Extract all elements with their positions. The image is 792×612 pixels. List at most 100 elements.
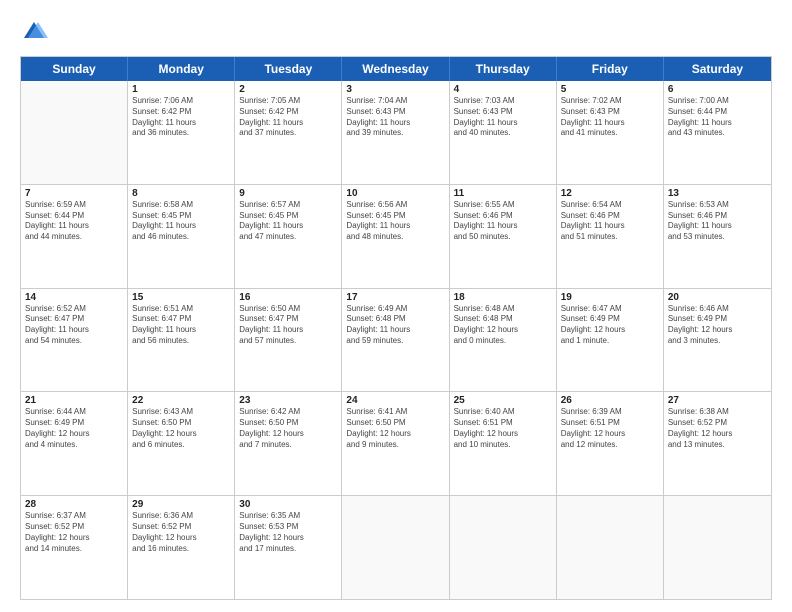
cal-cell-empty-4-3 <box>342 496 449 599</box>
cell-line: Sunrise: 6:53 AM <box>668 200 767 211</box>
cell-line: Sunset: 6:52 PM <box>25 522 123 533</box>
header-day-wednesday: Wednesday <box>342 57 449 81</box>
cell-line: Daylight: 12 hours <box>668 325 767 336</box>
cell-line: Daylight: 12 hours <box>346 429 444 440</box>
cell-line: and 16 minutes. <box>132 544 230 555</box>
cell-line: Sunset: 6:52 PM <box>668 418 767 429</box>
day-number: 11 <box>454 188 552 199</box>
cell-line: Sunrise: 6:49 AM <box>346 304 444 315</box>
day-number: 9 <box>239 188 337 199</box>
cal-cell-29: 29Sunrise: 6:36 AMSunset: 6:52 PMDayligh… <box>128 496 235 599</box>
cal-cell-1: 1Sunrise: 7:06 AMSunset: 6:42 PMDaylight… <box>128 81 235 184</box>
header-day-friday: Friday <box>557 57 664 81</box>
day-number: 25 <box>454 395 552 406</box>
day-number: 18 <box>454 292 552 303</box>
cell-line: and 53 minutes. <box>668 232 767 243</box>
cal-cell-26: 26Sunrise: 6:39 AMSunset: 6:51 PMDayligh… <box>557 392 664 495</box>
week-row-1: 1Sunrise: 7:06 AM Sunset: 6:42 PM Daylight… <box>21 81 771 185</box>
cal-cell-19: 19Sunrise: 6:47 AMSunset: 6:49 PMDayligh… <box>557 289 664 392</box>
day-number: 15 <box>132 292 230 303</box>
cell-line: Sunset: 6:49 PM <box>25 418 123 429</box>
day-number: 20 <box>668 292 767 303</box>
cell-line: Daylight: 11 hours <box>454 118 552 129</box>
cell-line: Sunset: 6:43 PM <box>346 107 444 118</box>
cal-cell-7: 7Sunrise: 6:59 AMSunset: 6:44 PMDaylight… <box>21 185 128 288</box>
cell-line: and 39 minutes. <box>346 128 444 139</box>
day-number: 14 <box>25 292 123 303</box>
cell-line: and 56 minutes. <box>132 336 230 347</box>
week-row-3: 14Sunrise: 6:52 AMSunset: 6:47 PMDayligh… <box>21 289 771 393</box>
cell-line: Sunrise: 7:03 AM <box>454 96 552 107</box>
cell-line: Daylight: 11 hours <box>346 118 444 129</box>
cell-line: Sunrise: 6:40 AM <box>454 407 552 418</box>
cell-line: Sunrise: 7:00 AM <box>668 96 767 107</box>
cell-line: Sunrise: 6:56 AM <box>346 200 444 211</box>
day-number: 1 <box>132 84 230 95</box>
cell-line: Daylight: 11 hours <box>561 118 659 129</box>
cell-line: Sunrise: 6:38 AM <box>668 407 767 418</box>
cell-line: Sunrise: 7:06 AM <box>132 96 230 107</box>
cal-cell-empty-4-5 <box>557 496 664 599</box>
cell-line: Sunset: 6:46 PM <box>668 211 767 222</box>
page: SundayMondayTuesdayWednesdayThursdayFrid… <box>0 0 792 612</box>
cal-cell-20: 20Sunrise: 6:46 AMSunset: 6:49 PMDayligh… <box>664 289 771 392</box>
cell-line: Daylight: 12 hours <box>668 429 767 440</box>
week-row-2: 7Sunrise: 6:59 AMSunset: 6:44 PMDaylight… <box>21 185 771 289</box>
cell-line: Sunset: 6:51 PM <box>561 418 659 429</box>
cell-line: Daylight: 11 hours <box>132 118 230 129</box>
cell-line: and 59 minutes. <box>346 336 444 347</box>
cell-line: Daylight: 11 hours <box>561 221 659 232</box>
logo-icon <box>20 18 48 46</box>
day-number: 5 <box>561 84 659 95</box>
cal-cell-30: 30Sunrise: 6:35 AMSunset: 6:53 PMDayligh… <box>235 496 342 599</box>
cal-cell-16: 16Sunrise: 6:50 AMSunset: 6:47 PMDayligh… <box>235 289 342 392</box>
cell-line: Sunrise: 6:48 AM <box>454 304 552 315</box>
cell-line: and 48 minutes. <box>346 232 444 243</box>
day-number: 22 <box>132 395 230 406</box>
header-day-tuesday: Tuesday <box>235 57 342 81</box>
day-number: 29 <box>132 499 230 510</box>
cal-cell-empty-0-0 <box>21 81 128 184</box>
header-day-saturday: Saturday <box>664 57 771 81</box>
cell-line: and 7 minutes. <box>239 440 337 451</box>
cal-cell-22: 22Sunrise: 6:43 AMSunset: 6:50 PMDayligh… <box>128 392 235 495</box>
cal-cell-15: 15Sunrise: 6:51 AMSunset: 6:47 PMDayligh… <box>128 289 235 392</box>
day-number: 23 <box>239 395 337 406</box>
cell-line: and 50 minutes. <box>454 232 552 243</box>
day-number: 12 <box>561 188 659 199</box>
cell-line: Sunrise: 6:46 AM <box>668 304 767 315</box>
cell-line: Daylight: 12 hours <box>561 325 659 336</box>
day-number: 17 <box>346 292 444 303</box>
header-day-monday: Monday <box>128 57 235 81</box>
cal-cell-13: 13Sunrise: 6:53 AMSunset: 6:46 PMDayligh… <box>664 185 771 288</box>
cell-line: and 44 minutes. <box>25 232 123 243</box>
day-number: 21 <box>25 395 123 406</box>
cal-cell-18: 18Sunrise: 6:48 AMSunset: 6:48 PMDayligh… <box>450 289 557 392</box>
day-number: 13 <box>668 188 767 199</box>
cell-line: Sunset: 6:47 PM <box>132 314 230 325</box>
cell-line: and 57 minutes. <box>239 336 337 347</box>
cell-line: Daylight: 12 hours <box>239 533 337 544</box>
day-number: 10 <box>346 188 444 199</box>
cell-line: Daylight: 11 hours <box>346 325 444 336</box>
cell-line: Daylight: 11 hours <box>239 221 337 232</box>
cell-line: Sunrise: 6:52 AM <box>25 304 123 315</box>
cell-line: Daylight: 11 hours <box>132 325 230 336</box>
calendar-header-row: SundayMondayTuesdayWednesdayThursdayFrid… <box>21 57 771 81</box>
cell-line: Daylight: 12 hours <box>132 429 230 440</box>
cal-cell-6: 6Sunrise: 7:00 AMSunset: 6:44 PMDaylight… <box>664 81 771 184</box>
header <box>20 18 772 46</box>
cell-line: Sunset: 6:46 PM <box>561 211 659 222</box>
cell-line: and 46 minutes. <box>132 232 230 243</box>
cell-line: Sunset: 6:42 PM <box>239 107 337 118</box>
cell-line: Sunset: 6:45 PM <box>132 211 230 222</box>
cal-cell-8: 8Sunrise: 6:58 AMSunset: 6:45 PMDaylight… <box>128 185 235 288</box>
day-number: 28 <box>25 499 123 510</box>
cal-cell-2: 2Sunrise: 7:05 AMSunset: 6:42 PMDaylight… <box>235 81 342 184</box>
cell-line: Daylight: 11 hours <box>346 221 444 232</box>
cal-cell-24: 24Sunrise: 6:41 AMSunset: 6:50 PMDayligh… <box>342 392 449 495</box>
day-number: 8 <box>132 188 230 199</box>
cell-line: Sunrise: 6:50 AM <box>239 304 337 315</box>
cell-line: and 6 minutes. <box>132 440 230 451</box>
cell-line: and 1 minute. <box>561 336 659 347</box>
